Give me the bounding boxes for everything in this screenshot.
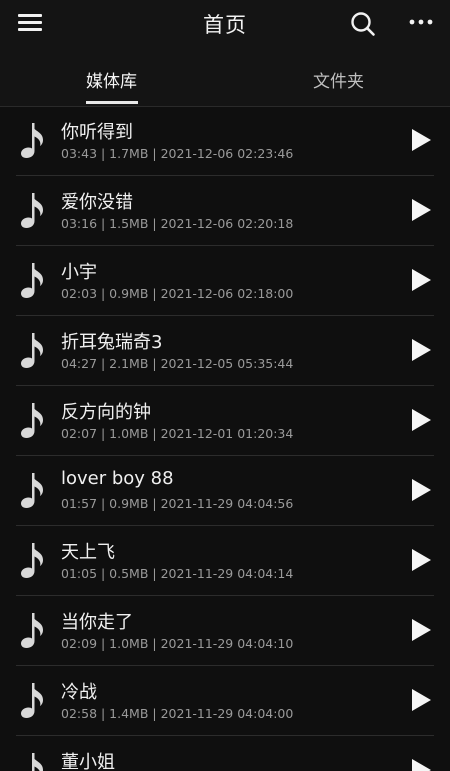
tab-folders[interactable]: 文件夹 <box>313 67 364 92</box>
song-meta: 01:57 | 0.9MB | 2021-11-29 04:04:56 <box>61 496 294 511</box>
song-row[interactable]: 爱你没错 03:16 | 1.5MB | 2021-12-06 02:20:18 <box>0 176 450 246</box>
song-title: 冷战 <box>61 682 97 703</box>
play-icon[interactable] <box>410 268 432 292</box>
song-title: 反方向的钟 <box>61 402 151 423</box>
music-note-icon <box>21 123 43 158</box>
song-meta: 04:27 | 2.1MB | 2021-12-05 05:35:44 <box>61 356 294 371</box>
page-title: 首页 <box>203 13 247 37</box>
play-icon[interactable] <box>410 758 432 771</box>
play-icon[interactable] <box>410 618 432 642</box>
song-title: lover boy 88 <box>61 468 174 489</box>
song-title: 小宇 <box>61 262 97 283</box>
play-icon[interactable] <box>410 338 432 362</box>
music-note-icon <box>21 543 43 578</box>
song-meta: 02:03 | 0.9MB | 2021-12-06 02:18:00 <box>61 286 294 301</box>
song-list[interactable]: 你听得到 03:43 | 1.7MB | 2021-12-06 02:23:46… <box>0 106 450 771</box>
music-note-icon <box>32 753 43 771</box>
song-row[interactable]: 冷战 02:58 | 1.4MB | 2021-11-29 04:04:00 <box>0 666 450 736</box>
music-note-icon <box>21 263 43 298</box>
song-row[interactable]: 你听得到 03:43 | 1.7MB | 2021-12-06 02:23:46 <box>0 106 450 176</box>
music-note-icon <box>21 403 43 438</box>
play-icon[interactable] <box>410 688 432 712</box>
tab-media-library[interactable]: 媒体库 <box>86 67 137 92</box>
play-icon[interactable] <box>410 548 432 572</box>
more-dots-icon[interactable] <box>407 14 435 30</box>
song-title: 天上飞 <box>61 542 115 563</box>
play-icon[interactable] <box>410 198 432 222</box>
music-app: 首页 媒体库 文件夹 你听得到 03:43 | 1.7MB | 2021-12-… <box>0 0 450 771</box>
song-title: 你听得到 <box>61 122 133 143</box>
song-row[interactable]: 当你走了 02:09 | 1.0MB | 2021-11-29 04:04:10 <box>0 596 450 666</box>
song-row[interactable]: 天上飞 01:05 | 0.5MB | 2021-11-29 04:04:14 <box>0 526 450 596</box>
song-row[interactable]: 折耳兔瑞奇3 04:27 | 2.1MB | 2021-12-05 05:35:… <box>0 316 450 386</box>
music-note-icon <box>21 473 43 508</box>
song-meta: 03:16 | 1.5MB | 2021-12-06 02:20:18 <box>61 216 294 231</box>
song-meta: 03:43 | 1.7MB | 2021-12-06 02:23:46 <box>61 146 294 161</box>
play-icon[interactable] <box>410 478 432 502</box>
active-tab-indicator <box>86 101 138 104</box>
song-row[interactable]: 反方向的钟 02:07 | 1.0MB | 2021-12-01 01:20:3… <box>0 386 450 456</box>
tab-bar: 媒体库 文件夹 <box>0 50 450 107</box>
song-row[interactable]: 小宇 02:03 | 0.9MB | 2021-12-06 02:18:00 <box>0 246 450 316</box>
song-row[interactable]: 董小姐 <box>0 736 450 771</box>
song-title: 折耳兔瑞奇3 <box>61 332 163 353</box>
song-meta: 02:58 | 1.4MB | 2021-11-29 04:04:00 <box>61 706 294 721</box>
music-note-icon <box>21 333 43 368</box>
song-title: 爱你没错 <box>61 192 133 213</box>
top-bar: 首页 <box>0 0 450 50</box>
song-meta: 02:09 | 1.0MB | 2021-11-29 04:04:10 <box>61 636 294 651</box>
play-icon[interactable] <box>410 408 432 432</box>
song-meta: 02:07 | 1.0MB | 2021-12-01 01:20:34 <box>61 426 294 441</box>
play-icon[interactable] <box>410 128 432 152</box>
search-icon[interactable] <box>350 11 376 37</box>
song-title: 董小姐 <box>61 752 115 771</box>
song-title: 当你走了 <box>61 612 133 633</box>
music-note-icon <box>21 683 43 718</box>
song-meta: 01:05 | 0.5MB | 2021-11-29 04:04:14 <box>61 566 294 581</box>
song-row[interactable]: lover boy 88 01:57 | 0.9MB | 2021-11-29 … <box>0 456 450 526</box>
music-note-icon <box>21 613 43 648</box>
music-note-icon <box>21 193 43 228</box>
